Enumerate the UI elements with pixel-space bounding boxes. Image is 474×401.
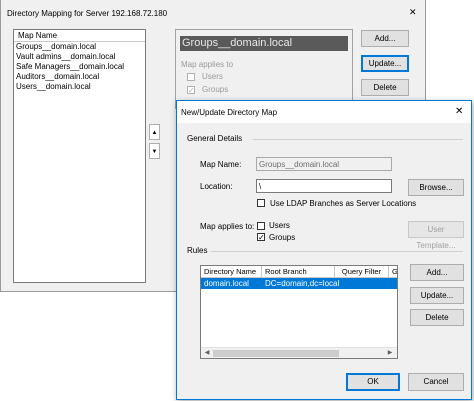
- list-item[interactable]: Users__domain.local: [16, 82, 91, 92]
- map-applies-label: Map applies to:: [200, 222, 255, 231]
- triangle-up-icon: ▲: [151, 130, 158, 136]
- rules-table[interactable]: Directory Name Root Branch Query Filter …: [200, 265, 398, 359]
- rule-add-button[interactable]: Add...: [410, 264, 464, 281]
- cell-directory-name: domain.local: [204, 279, 249, 288]
- move-up-button[interactable]: ▲: [149, 124, 160, 140]
- groups-checkbox: ✓: [187, 86, 195, 95]
- list-item-label: Safe Managers__domain.local: [16, 62, 125, 71]
- map-name-label: Map Name:: [200, 160, 242, 169]
- general-details-label: General Details: [187, 134, 243, 143]
- list-header-label: Map Name: [18, 31, 58, 40]
- users-checkbox: [187, 73, 195, 81]
- map-details-panel: Groups__domain.local Map applies to User…: [175, 29, 353, 109]
- cell-root-branch: DC=domain,dc=local: [265, 279, 340, 288]
- list-item-label: Auditors__domain.local: [16, 72, 100, 81]
- update-button[interactable]: Update...: [361, 55, 409, 72]
- close-icon[interactable]: ✕: [455, 106, 463, 117]
- list-header[interactable]: Map Name: [14, 30, 145, 42]
- directory-map-dialog: New/Update Directory Map ✕ General Detai…: [176, 100, 472, 400]
- browse-button[interactable]: Browse...: [408, 179, 464, 196]
- list-item-label: Groups__domain.local: [16, 42, 97, 51]
- general-details-divider: [253, 139, 463, 140]
- map-name-field: Groups__domain.local: [256, 157, 392, 171]
- list-item[interactable]: Groups__domain.local: [16, 42, 96, 52]
- selected-map-name-text: Groups__domain.local: [182, 37, 293, 49]
- selected-map-name: Groups__domain.local: [180, 36, 348, 51]
- ok-button[interactable]: OK: [346, 373, 400, 391]
- ldap-branches-label: Use LDAP Branches as Server Locations: [270, 199, 417, 208]
- column-header-directory-name[interactable]: Directory Name: [201, 266, 262, 277]
- horizontal-scrollbar[interactable]: ◀ ▶: [201, 347, 397, 358]
- users-label: Users: [269, 221, 290, 230]
- close-icon[interactable]: ✕: [409, 7, 417, 18]
- users-checkbox[interactable]: [257, 222, 265, 230]
- list-item[interactable]: Auditors__domain.local: [16, 72, 99, 82]
- delete-button[interactable]: Delete: [361, 79, 409, 96]
- location-field[interactable]: \: [256, 179, 392, 193]
- checkmark-icon: ✓: [258, 233, 265, 242]
- rules-label: Rules: [187, 246, 208, 255]
- map-applies-label: Map applies to: [181, 60, 234, 69]
- column-header-group[interactable]: Gr: [389, 266, 397, 277]
- move-down-button[interactable]: ▼: [149, 143, 160, 159]
- table-row[interactable]: domain.local DC=domain,dc=local: [201, 278, 397, 289]
- users-label: Users: [202, 72, 223, 81]
- map-name-list[interactable]: Map Name Groups__domain.local Vault admi…: [13, 29, 146, 283]
- column-header-root-branch[interactable]: Root Branch: [262, 266, 335, 277]
- scrollbar-thumb[interactable]: [213, 350, 339, 357]
- list-item[interactable]: Safe Managers__domain.local: [16, 62, 124, 72]
- ldap-branches-checkbox[interactable]: [257, 199, 265, 207]
- triangle-down-icon: ▼: [151, 149, 158, 155]
- rule-update-button[interactable]: Update...: [410, 287, 464, 304]
- groups-checkbox[interactable]: ✓: [257, 233, 265, 242]
- list-item[interactable]: Vault admins__domain.local: [16, 52, 115, 62]
- groups-label: Groups: [202, 85, 229, 94]
- dialog-title: New/Update Directory Map: [181, 108, 278, 117]
- scroll-right-icon[interactable]: ▶: [385, 349, 395, 358]
- list-item-label: Vault admins__domain.local: [16, 52, 116, 61]
- user-template-button[interactable]: User Template...: [408, 221, 464, 250]
- window-title: Directory Mapping for Server 192.168.72.…: [7, 9, 168, 18]
- list-item-label: Users__domain.local: [16, 82, 91, 91]
- location-label: Location:: [200, 182, 233, 191]
- add-button[interactable]: Add...: [361, 30, 409, 47]
- column-header-query-filter[interactable]: Query Filter: [335, 266, 389, 277]
- scroll-left-icon[interactable]: ◀: [202, 349, 212, 358]
- rule-delete-button[interactable]: Delete: [410, 309, 464, 326]
- checkmark-icon: ✓: [188, 86, 195, 95]
- cancel-button[interactable]: Cancel: [408, 373, 464, 391]
- dialog-titlebar: New/Update Directory Map ✕: [177, 101, 471, 123]
- groups-label: Groups: [269, 233, 296, 242]
- table-header: Directory Name Root Branch Query Filter …: [201, 266, 397, 278]
- rules-divider: [211, 251, 463, 252]
